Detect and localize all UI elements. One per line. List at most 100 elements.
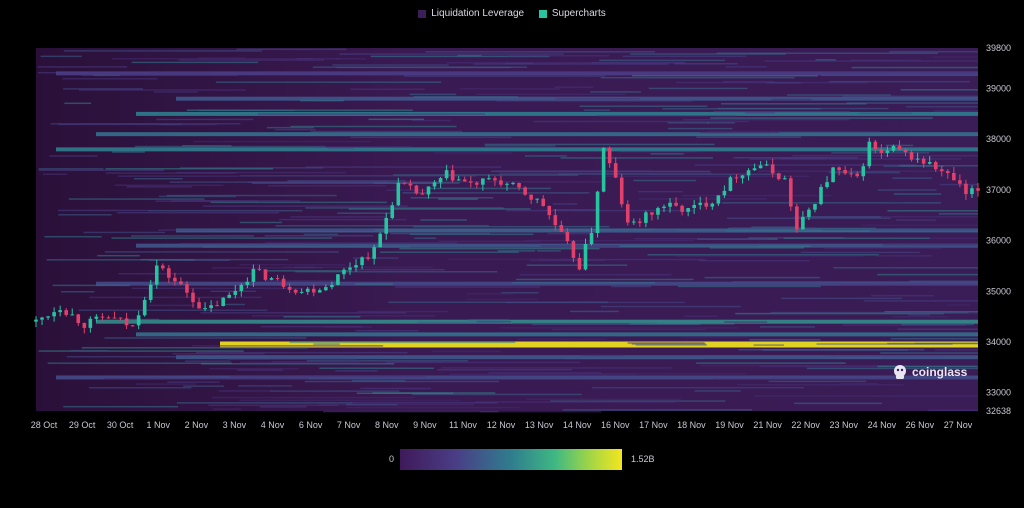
candle-body: [807, 209, 811, 217]
liquidation-segment: [833, 172, 901, 174]
liquidation-segment: [877, 189, 937, 191]
candle-body: [233, 291, 238, 295]
liquidation-segment: [468, 318, 509, 321]
liquidation-segment: [64, 102, 92, 105]
liquidation-segment: [117, 175, 239, 177]
candle-body: [161, 265, 165, 269]
candle-body: [529, 194, 533, 200]
liquidation-segment: [209, 367, 299, 370]
liquidation-segment: [720, 103, 867, 105]
liquidation-segment: [638, 198, 767, 200]
liquidation-segment: [296, 58, 341, 60]
liquidation-segment: [303, 233, 338, 236]
liquidation-segment: [52, 284, 130, 287]
x-tick-label: 27 Nov: [944, 420, 973, 430]
candle-body: [414, 185, 419, 194]
liquidation-segment: [648, 87, 748, 90]
liquidation-segment: [131, 61, 259, 64]
liquidation-segment: [200, 312, 407, 314]
candle-body: [692, 204, 696, 209]
candle-body: [952, 173, 956, 181]
candle-body: [70, 314, 75, 316]
liquidation-segment: [386, 189, 426, 192]
candle-body: [275, 278, 280, 280]
candle-body: [547, 205, 552, 216]
x-tick-label: 8 Nov: [375, 420, 399, 430]
liquidation-segment: [104, 378, 309, 380]
liquidation-segment: [737, 384, 904, 386]
candle-body: [722, 190, 727, 196]
liquidation-segment: [348, 208, 531, 210]
candle-body: [668, 202, 672, 207]
liquidation-segment: [650, 153, 684, 155]
liquidation-segment: [178, 59, 324, 61]
x-tick-label: 30 Oct: [107, 420, 134, 430]
liquidation-segment: [355, 283, 393, 285]
candle-body: [601, 147, 606, 192]
candle-body: [173, 277, 177, 282]
liquidation-segment: [475, 401, 676, 403]
candle-body: [40, 317, 44, 320]
candle-body: [656, 208, 660, 215]
liquidation-segment: [837, 356, 884, 359]
candle-body: [764, 164, 769, 166]
candle-body: [197, 302, 201, 309]
liquidation-segment: [117, 211, 279, 214]
candle-body: [921, 158, 926, 164]
liquidation-segment: [713, 377, 897, 380]
colorbar-gradient[interactable]: [400, 449, 622, 470]
liquidation-segment: [863, 300, 978, 302]
candle-body: [76, 314, 81, 324]
coinglass-logo-icon: [894, 365, 906, 379]
color-scale: 0 1.52B: [0, 449, 1024, 471]
candle-body: [257, 268, 262, 270]
liquidation-segment: [211, 396, 415, 399]
liquidation-segment: [275, 128, 317, 131]
candle-body: [342, 269, 346, 275]
liquidation-segment: [838, 283, 978, 286]
y-tick-label: 35000: [986, 286, 1011, 296]
candle-body: [577, 257, 582, 270]
liquidation-segment: [62, 78, 158, 80]
liquidation-segment: [496, 100, 693, 102]
liquidation-segment: [709, 247, 805, 249]
liquidation-segment: [196, 351, 408, 354]
candle-body: [638, 221, 642, 223]
liquidation-segment: [208, 404, 339, 406]
candle-body: [970, 188, 974, 195]
liquidation-segment: [537, 250, 561, 252]
candle-body: [360, 257, 364, 266]
candle-body: [487, 178, 491, 180]
liquidation-segment: [520, 373, 747, 375]
candle-body: [390, 205, 395, 218]
liquidation-heatmap-chart[interactable]: 28 Oct 29 Oct 30 Oct 1 Nov 2 Nov 3 Nov 4 Nov 6 …: [0, 0, 1024, 440]
liquidation-segment: [928, 409, 978, 412]
candle-body: [813, 204, 817, 210]
liquidation-segment: [167, 381, 220, 383]
candle-body: [481, 178, 485, 185]
candle-body: [130, 325, 135, 327]
liquidation-segment: [890, 337, 978, 340]
liquidation-segment: [901, 323, 975, 326]
liquidation-segment: [78, 309, 268, 311]
candle-body: [468, 181, 473, 183]
liquidation-segment: [900, 89, 978, 91]
liquidation-segment: [681, 194, 832, 197]
liquidation-segment: [674, 63, 738, 65]
candle-body: [293, 289, 298, 293]
liquidation-segment: [771, 98, 812, 101]
candle-body: [203, 308, 207, 310]
liquidation-segment: [414, 237, 437, 239]
liquidation-segment: [846, 102, 978, 104]
x-tick-label: 24 Nov: [868, 420, 897, 430]
liquidation-segment: [933, 56, 978, 58]
liquidation-segment: [877, 273, 978, 276]
candle-body: [589, 233, 594, 245]
liquidation-segment: [875, 255, 933, 257]
candle-body: [88, 318, 93, 328]
liquidation-segment: [264, 280, 338, 282]
candle-body: [758, 165, 763, 169]
liquidation-segment: [579, 105, 708, 108]
liquidation-segment: [38, 169, 165, 172]
liquidation-segment: [662, 108, 821, 110]
